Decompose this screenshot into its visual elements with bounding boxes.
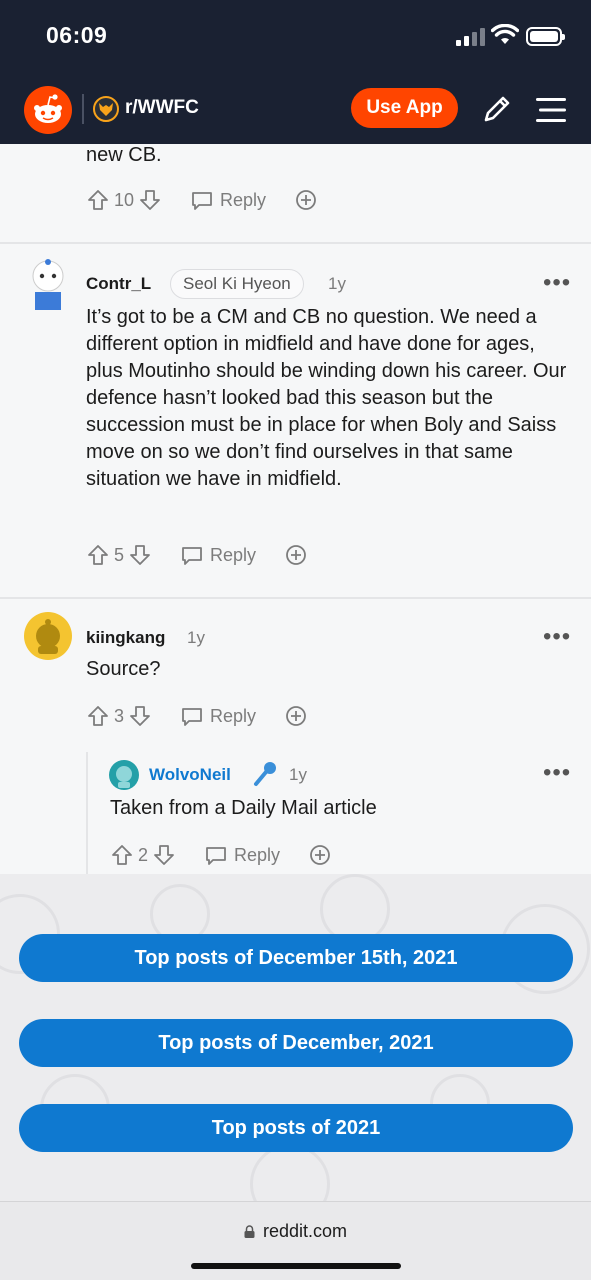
comment-age: 1y bbox=[187, 628, 205, 647]
reply-button[interactable]: Reply bbox=[190, 188, 266, 212]
comment-body: Taken from a Daily Mail article bbox=[110, 797, 377, 819]
reply-button[interactable]: Reply bbox=[180, 704, 256, 728]
downvote-icon[interactable] bbox=[128, 704, 152, 728]
url-domain: reddit.com bbox=[262, 1221, 348, 1241]
avatar[interactable] bbox=[24, 258, 72, 310]
reply-button[interactable]: Reply bbox=[204, 843, 280, 867]
top-posts-section: Top posts of December 15th, 2021 Top pos… bbox=[0, 874, 591, 1201]
comment-body: Source? bbox=[86, 658, 161, 680]
status-time: 06:09 bbox=[46, 22, 108, 48]
award-icon[interactable] bbox=[308, 843, 332, 867]
background-doodle bbox=[250, 1144, 330, 1201]
vote-count: 10 bbox=[114, 189, 135, 210]
wifi-icon bbox=[491, 24, 519, 44]
award-icon[interactable] bbox=[284, 704, 308, 728]
status-bar: 06:09 bbox=[0, 0, 591, 78]
browser-url-bar[interactable]: reddit.com bbox=[0, 1201, 591, 1280]
user-flair: Seol Ki Hyeon bbox=[170, 269, 304, 299]
comment-actions: 5 Reply bbox=[86, 539, 308, 571]
navbar: r/WWFC Use App bbox=[0, 78, 591, 144]
upvote-icon[interactable] bbox=[86, 188, 110, 212]
top-header: 06:09 r/WWFC Use App bbox=[0, 0, 591, 144]
upvote-icon[interactable] bbox=[86, 704, 110, 728]
comment-age: 1y bbox=[328, 274, 346, 293]
cellular-signal-icon bbox=[456, 28, 486, 46]
pencil-icon[interactable] bbox=[480, 92, 514, 126]
downvote-icon[interactable] bbox=[152, 843, 176, 867]
reply-label: Reply bbox=[210, 544, 257, 565]
award-icon[interactable] bbox=[284, 543, 308, 567]
top-posts-year-button[interactable]: Top posts of 2021 bbox=[19, 1104, 573, 1152]
avatar[interactable] bbox=[109, 760, 139, 790]
top-posts-day-button[interactable]: Top posts of December 15th, 2021 bbox=[19, 934, 573, 982]
comment-body: It’s got to be a CM and CB no question. … bbox=[86, 306, 567, 490]
reply-icon bbox=[206, 847, 226, 865]
comment-username[interactable]: kiingkang bbox=[86, 628, 165, 648]
reply-label: Reply bbox=[210, 705, 257, 726]
vote-count: 2 bbox=[138, 844, 149, 865]
upvote-icon[interactable] bbox=[86, 543, 110, 567]
more-options-icon[interactable]: ••• bbox=[543, 271, 571, 295]
menu-icon[interactable] bbox=[536, 96, 566, 124]
comment-username[interactable]: WolvoNeil bbox=[149, 765, 231, 785]
comment-actions: 10 Reply bbox=[86, 184, 318, 216]
more-options-icon[interactable]: ••• bbox=[543, 625, 571, 649]
url-display[interactable]: reddit.com bbox=[0, 1221, 591, 1242]
thread-line bbox=[86, 752, 88, 874]
home-indicator[interactable] bbox=[191, 1263, 401, 1269]
avatar[interactable] bbox=[24, 612, 72, 660]
comment-username[interactable]: Contr_L bbox=[86, 274, 151, 294]
comment-actions: 2 Reply bbox=[110, 839, 332, 871]
reply-button[interactable]: Reply bbox=[180, 543, 256, 567]
battery-icon bbox=[526, 27, 565, 46]
use-app-button[interactable]: Use App bbox=[351, 88, 458, 128]
reply-icon bbox=[192, 192, 212, 210]
reply-label: Reply bbox=[234, 844, 281, 865]
top-posts-month-button[interactable]: Top posts of December, 2021 bbox=[19, 1019, 573, 1067]
vote-count: 5 bbox=[114, 544, 125, 565]
comment-list: new CB. 10 Reply Contr_L Seol Ki Hyeon 1… bbox=[0, 144, 591, 874]
reply-icon bbox=[182, 547, 202, 565]
reply-label: Reply bbox=[220, 189, 267, 210]
microphone-icon bbox=[254, 762, 276, 786]
comment-separator bbox=[0, 597, 591, 599]
reply-icon bbox=[182, 708, 202, 726]
lock-icon bbox=[244, 1225, 255, 1238]
subreddit-name[interactable]: r/WWFC bbox=[125, 97, 199, 119]
reddit-logo-icon[interactable] bbox=[24, 86, 72, 134]
downvote-icon[interactable] bbox=[138, 188, 162, 212]
comment-body: new CB. bbox=[86, 144, 162, 166]
comment-actions: 3 Reply bbox=[86, 700, 308, 732]
vote-count: 3 bbox=[114, 705, 125, 726]
more-options-icon[interactable]: ••• bbox=[543, 761, 571, 785]
comment-separator bbox=[0, 242, 591, 244]
award-icon[interactable] bbox=[294, 188, 318, 212]
downvote-icon[interactable] bbox=[128, 543, 152, 567]
upvote-icon[interactable] bbox=[110, 843, 134, 867]
navbar-divider bbox=[82, 94, 84, 124]
comment-age: 1y bbox=[289, 765, 307, 784]
subreddit-icon[interactable] bbox=[93, 96, 119, 122]
